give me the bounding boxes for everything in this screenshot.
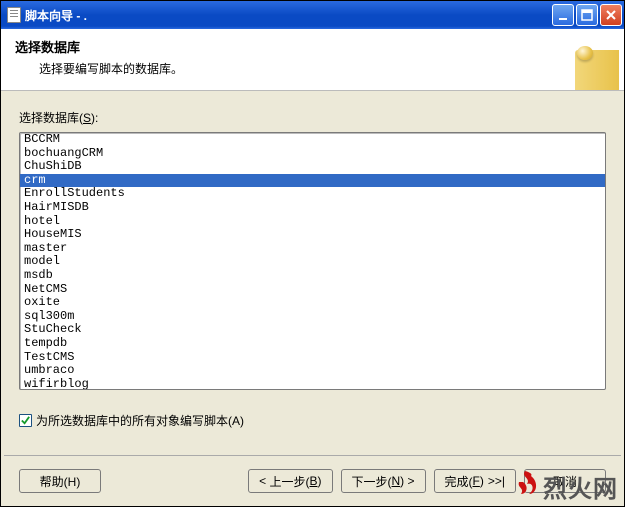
next-button[interactable]: 下一步(N) > — [341, 469, 426, 493]
database-item[interactable]: TestCMS — [20, 351, 605, 365]
scroll-icon — [569, 44, 619, 90]
database-item[interactable]: crm — [20, 174, 605, 188]
database-item[interactable]: wifirblog — [20, 378, 605, 390]
database-item[interactable]: master — [20, 242, 605, 256]
page-subtitle: 选择要编写脚本的数据库。 — [39, 60, 610, 77]
database-item[interactable]: tempdb — [20, 337, 605, 351]
footer: 帮助(H) 上一步(B) 下一步(N) > 完成(F)>>| 取消 — [1, 456, 624, 506]
cancel-button[interactable]: 取消 — [524, 469, 606, 493]
database-item[interactable]: hotel — [20, 215, 605, 229]
previous-button[interactable]: 上一步(B) — [248, 469, 332, 493]
database-item[interactable]: BCCRM — [20, 133, 605, 147]
close-button[interactable] — [600, 4, 622, 26]
document-icon — [7, 7, 21, 23]
script-all-checkbox[interactable] — [19, 414, 32, 427]
database-item[interactable]: umbraco — [20, 364, 605, 378]
maximize-button[interactable] — [576, 4, 598, 26]
database-item[interactable]: ChuShiDB — [20, 160, 605, 174]
wizard-window: 脚本向导 - . 选择数据库 选择要编写脚本的数据库。 选择数据库(S): BC… — [0, 0, 625, 507]
finish-button[interactable]: 完成(F)>>| — [434, 469, 516, 493]
database-item[interactable]: sql300m — [20, 310, 605, 324]
script-all-label: 为所选数据库中的所有对象编写脚本(A) — [36, 412, 244, 429]
minimize-button[interactable] — [552, 4, 574, 26]
database-item[interactable]: StuCheck — [20, 323, 605, 337]
database-item[interactable]: oxite — [20, 296, 605, 310]
database-item[interactable]: HairMISDB — [20, 201, 605, 215]
page-title: 选择数据库 — [15, 37, 610, 56]
content-area: 选择数据库(S): BCCRMbochuangCRMChuShiDBcrmEnr… — [1, 91, 624, 437]
titlebar: 脚本向导 - . — [1, 1, 624, 29]
help-button[interactable]: 帮助(H) — [19, 469, 101, 493]
database-item[interactable]: msdb — [20, 269, 605, 283]
window-title: 脚本向导 - . — [25, 7, 552, 24]
database-item[interactable]: EnrollStudents — [20, 187, 605, 201]
database-list-label: 选择数据库(S): — [19, 109, 606, 126]
database-item[interactable]: model — [20, 255, 605, 269]
database-item[interactable]: bochuangCRM — [20, 147, 605, 161]
database-item[interactable]: HouseMIS — [20, 228, 605, 242]
database-item[interactable]: NetCMS — [20, 283, 605, 297]
wizard-header: 选择数据库 选择要编写脚本的数据库。 — [1, 29, 624, 91]
database-list[interactable]: BCCRMbochuangCRMChuShiDBcrmEnrollStudent… — [19, 132, 606, 390]
